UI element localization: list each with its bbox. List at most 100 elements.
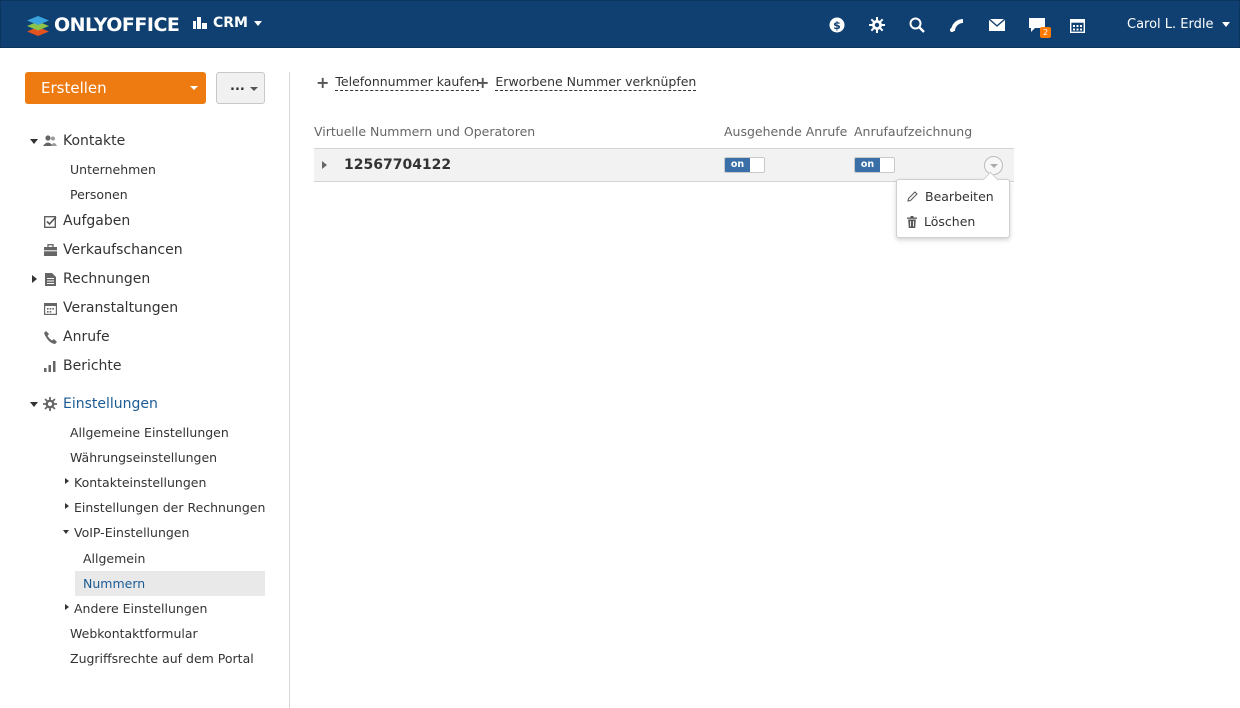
gear-icon <box>869 17 885 33</box>
table-row: 12567704122 on on <box>314 148 1014 182</box>
sidebar-divider <box>289 72 290 708</box>
sidebar-item-label: Verkaufschancen <box>63 242 183 258</box>
collapse-voip-icon[interactable] <box>63 530 69 534</box>
logo-text: ONLYOFFICE <box>54 14 180 36</box>
sidebar-item-label: Berichte <box>63 358 122 374</box>
sidebar-item-contact-settings[interactable]: Kontakteinstellungen <box>74 475 206 490</box>
calendar-button[interactable] <box>1066 14 1088 36</box>
sidebar-item-access-rights[interactable]: Zugriffsrechte auf dem Portal <box>70 651 254 666</box>
contacts-icon <box>43 134 57 148</box>
sidebar-item-invoices[interactable]: Rechnungen <box>43 271 150 287</box>
link-number-label: Erworbene Nummer verknüpfen <box>495 74 697 91</box>
sidebar-item-currency-settings[interactable]: Währungseinstellungen <box>70 450 217 465</box>
column-header-recording: Anrufaufzeichnung <box>854 124 973 139</box>
sidebar-item-invoice-settings[interactable]: Einstellungen der Rechnungen <box>74 500 265 515</box>
sidebar-item-voip-general[interactable]: Allgemein <box>83 551 145 566</box>
sidebar-item-calls[interactable]: Anrufe <box>43 329 110 345</box>
trash-icon <box>907 215 917 228</box>
mail-icon <box>989 19 1005 31</box>
payment-button[interactable]: $ <box>826 14 848 36</box>
plus-icon: + <box>316 72 330 92</box>
chevron-down-icon <box>254 20 262 26</box>
buy-number-label: Telefonnummer kaufen <box>335 74 480 91</box>
briefcase-icon <box>43 243 57 257</box>
sidebar-item-web-form[interactable]: Webkontaktformular <box>70 626 198 641</box>
sidebar-item-label: Anrufe <box>63 329 110 345</box>
plus-icon: + <box>476 72 490 92</box>
expand-other-settings-icon[interactable] <box>65 604 69 610</box>
sidebar-item-contacts[interactable]: Kontakte <box>43 133 125 149</box>
create-label: Erstellen <box>41 79 107 97</box>
module-label: CRM <box>213 15 248 31</box>
collapse-settings-icon[interactable] <box>30 402 38 407</box>
create-button[interactable]: Erstellen <box>25 72 206 104</box>
mail-button[interactable] <box>986 14 1008 36</box>
tasks-icon <box>43 214 57 228</box>
chevron-down-icon <box>190 86 198 90</box>
toggle-on-label: on <box>725 158 750 172</box>
menu-item-edit[interactable]: Bearbeiten <box>907 189 994 204</box>
expand-contacts-icon[interactable] <box>30 139 38 144</box>
chevron-down-icon <box>1221 22 1230 27</box>
row-menu-button[interactable] <box>984 156 1003 175</box>
sidebar-item-label: Rechnungen <box>63 271 151 287</box>
link-number-link[interactable]: + Erworbene Nummer verknüpfen <box>476 72 697 92</box>
search-button[interactable] <box>906 14 928 36</box>
column-header-numbers: Virtuelle Nummern und Operatoren <box>314 124 536 139</box>
feed-icon <box>950 19 963 32</box>
calendar-icon <box>1069 18 1085 33</box>
svg-text:$: $ <box>833 19 841 32</box>
user-name: Carol L. Erdle <box>1127 17 1214 32</box>
phone-number: 12567704122 <box>344 157 452 173</box>
top-navbar: ONLYOFFICE CRM $ 2 Carol L. Erdle <box>0 0 1240 48</box>
user-menu[interactable]: Carol L. Erdle <box>1127 17 1230 32</box>
sidebar-item-label: Einstellungen <box>63 396 158 412</box>
crm-icon <box>193 17 207 29</box>
more-actions-button[interactable]: ... <box>216 72 265 104</box>
sidebar-item-label: Aufgaben <box>63 213 131 229</box>
sidebar-item-reports[interactable]: Berichte <box>43 358 122 374</box>
sidebar-item-label: Veranstaltungen <box>63 300 179 316</box>
onlyoffice-logo[interactable]: ONLYOFFICE <box>26 12 180 38</box>
gear-icon <box>43 397 57 411</box>
sidebar-item-label: Kontakte <box>63 133 126 149</box>
sidebar-item-tasks[interactable]: Aufgaben <box>43 213 130 229</box>
more-label: ... <box>230 79 245 94</box>
expand-contact-settings-icon[interactable] <box>65 478 69 484</box>
bar-chart-icon <box>43 359 57 373</box>
chat-badge: 2 <box>1040 27 1051 38</box>
module-switcher[interactable]: CRM <box>193 15 262 31</box>
expand-row-icon[interactable] <box>322 161 327 169</box>
call-recording-toggle[interactable]: on <box>854 157 895 173</box>
sidebar-item-events[interactable]: Veranstaltungen <box>43 300 178 316</box>
expand-invoice-settings-icon[interactable] <box>65 503 69 509</box>
dollar-icon: $ <box>829 17 845 33</box>
column-header-outgoing: Ausgehende Anrufe <box>724 124 848 139</box>
sidebar-item-voip-settings[interactable]: VoIP-Einstellungen <box>74 525 189 540</box>
calendar-icon <box>43 301 57 315</box>
pencil-icon <box>907 191 918 202</box>
logo-icon <box>27 16 49 36</box>
toggle-on-label: on <box>855 158 880 172</box>
sidebar-item-general-settings[interactable]: Allgemeine Einstellungen <box>70 425 229 440</box>
menu-item-label: Bearbeiten <box>925 189 994 204</box>
sidebar-item-persons[interactable]: Personen <box>70 187 128 202</box>
menu-item-delete[interactable]: Löschen <box>907 214 975 229</box>
settings-button[interactable] <box>866 14 888 36</box>
sidebar-item-opportunities[interactable]: Verkaufschancen <box>43 242 183 258</box>
invoice-icon <box>43 272 57 286</box>
buy-number-link[interactable]: + Telefonnummer kaufen <box>316 72 480 92</box>
sidebar-item-voip-numbers[interactable]: Nummern <box>83 576 145 591</box>
expand-invoices-icon[interactable] <box>32 275 37 283</box>
search-icon <box>909 17 925 33</box>
sidebar-item-settings[interactable]: Einstellungen <box>43 396 158 412</box>
phone-icon <box>43 330 57 344</box>
row-action-menu: Bearbeiten Löschen <box>896 179 1010 238</box>
sidebar-item-other-settings[interactable]: Andere Einstellungen <box>74 601 207 616</box>
feed-button[interactable] <box>946 14 968 36</box>
chevron-down-icon <box>250 87 258 91</box>
outgoing-calls-toggle[interactable]: on <box>724 157 765 173</box>
sidebar-item-companies[interactable]: Unternehmen <box>70 162 156 177</box>
chat-button[interactable]: 2 <box>1026 14 1051 38</box>
menu-item-label: Löschen <box>924 214 976 229</box>
